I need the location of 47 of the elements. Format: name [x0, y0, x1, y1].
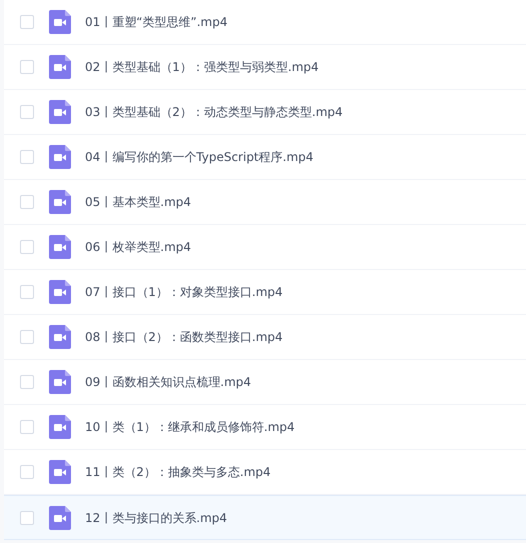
video-file-icon	[49, 370, 71, 394]
file-name: 10丨类（1）：继承和成员修饰符.mp4	[85, 419, 295, 436]
checkbox[interactable]	[20, 195, 34, 209]
checkbox[interactable]	[20, 510, 34, 524]
checkbox[interactable]	[20, 15, 34, 29]
file-name: 07丨接口（1）：对象类型接口.mp4	[85, 284, 283, 301]
file-name: 04丨编写你的第一个TypeScript程序.mp4	[85, 149, 314, 166]
video-file-icon	[49, 460, 71, 484]
file-row[interactable]: 06丨枚举类型.mp4	[4, 225, 526, 270]
file-row[interactable]: 01丨重塑“类型思维”.mp4	[4, 0, 526, 45]
video-file-icon	[49, 506, 71, 530]
file-row[interactable]: 02丨类型基础（1）：强类型与弱类型.mp4	[4, 45, 526, 90]
checkbox[interactable]	[20, 150, 34, 164]
file-row[interactable]: 09丨函数相关知识点梳理.mp4	[4, 360, 526, 405]
video-file-icon	[49, 280, 71, 304]
checkbox[interactable]	[20, 330, 34, 344]
checkbox[interactable]	[20, 285, 34, 299]
checkbox[interactable]	[20, 60, 34, 74]
file-name: 05丨基本类型.mp4	[85, 194, 192, 211]
file-name: 06丨枚举类型.mp4	[85, 239, 192, 256]
file-row[interactable]: 07丨接口（1）：对象类型接口.mp4	[4, 270, 526, 315]
checkbox[interactable]	[20, 375, 34, 389]
file-row[interactable]: 03丨类型基础（2）：动态类型与静态类型.mp4	[4, 90, 526, 135]
file-name: 09丨函数相关知识点梳理.mp4	[85, 374, 252, 391]
file-name: 02丨类型基础（1）：强类型与弱类型.mp4	[85, 59, 319, 76]
video-file-icon	[49, 190, 71, 214]
file-row[interactable]: 08丨接口（2）：函数类型接口.mp4	[4, 315, 526, 360]
file-row[interactable]: 04丨编写你的第一个TypeScript程序.mp4	[4, 135, 526, 180]
file-name: 12丨类与接口的关系.mp4	[85, 510, 228, 526]
file-name: 08丨接口（2）：函数类型接口.mp4	[85, 329, 283, 346]
file-name: 11丨类（2）：抽象类与多态.mp4	[85, 464, 271, 481]
video-file-icon	[49, 325, 71, 349]
file-row[interactable]: 12丨类与接口的关系.mp4	[4, 495, 526, 540]
file-name: 03丨类型基础（2）：动态类型与静态类型.mp4	[85, 104, 343, 121]
checkbox[interactable]	[20, 105, 34, 119]
video-file-icon	[49, 235, 71, 259]
video-file-icon	[49, 415, 71, 439]
video-file-icon	[49, 10, 71, 34]
file-row[interactable]: 05丨基本类型.mp4	[4, 180, 526, 225]
file-row[interactable]: 10丨类（1）：继承和成员修饰符.mp4	[4, 405, 526, 450]
video-file-icon	[49, 145, 71, 169]
checkbox[interactable]	[20, 240, 34, 254]
video-file-icon	[49, 55, 71, 79]
file-name: 01丨重塑“类型思维”.mp4	[85, 14, 228, 31]
checkbox[interactable]	[20, 465, 34, 479]
video-file-icon	[49, 100, 71, 124]
checkbox[interactable]	[20, 420, 34, 434]
